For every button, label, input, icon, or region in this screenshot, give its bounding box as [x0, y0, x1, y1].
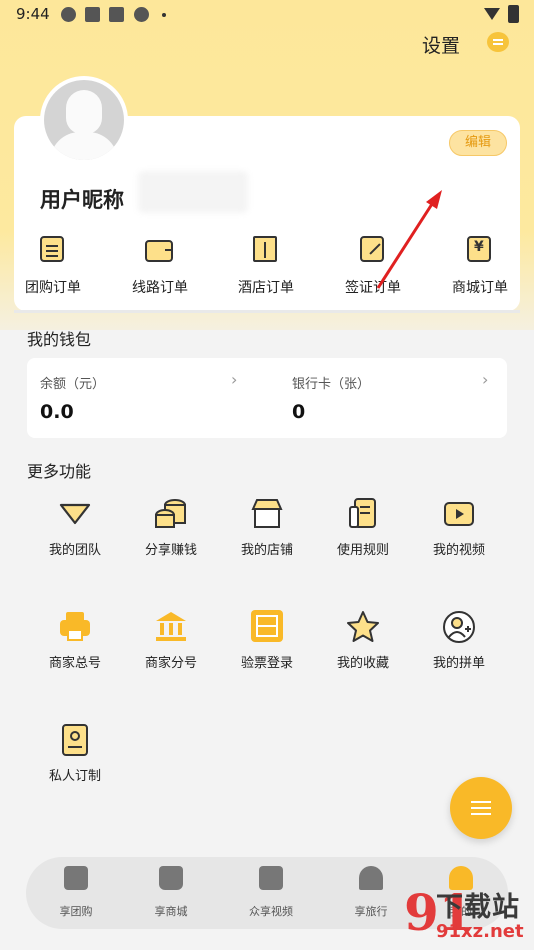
coins-icon	[153, 497, 189, 531]
bank-icon	[153, 610, 189, 644]
tab-mall[interactable]: 享商城	[126, 866, 216, 919]
message-icon[interactable]	[487, 32, 509, 52]
feature-merchant-main[interactable]: 商家总号	[27, 610, 123, 671]
feature-ticket-login[interactable]: 验票登录	[219, 610, 315, 671]
feature-share-earn[interactable]: 分享赚钱	[123, 497, 219, 558]
wallet-title: 我的钱包	[27, 330, 92, 349]
feature-my-videos[interactable]: 我的视频	[411, 497, 507, 558]
order-route[interactable]: 线路订单	[115, 230, 205, 297]
palm-icon	[359, 866, 383, 890]
printer-icon	[57, 610, 93, 644]
wallet-icon	[145, 234, 175, 266]
status-bar: 9:44	[0, 0, 534, 30]
feature-my-favorites[interactable]: 我的收藏	[315, 610, 411, 671]
shop-icon	[249, 497, 285, 531]
notification-icon	[134, 7, 149, 22]
star-icon	[345, 610, 381, 644]
diamond-icon	[57, 497, 93, 531]
order-mall[interactable]: ¥ 商城订单	[435, 230, 525, 297]
bank-card-label: 银行卡（张）	[292, 377, 371, 392]
user-nickname: 用户昵称	[40, 188, 124, 212]
feature-my-group-orders[interactable]: 我的拼单	[411, 610, 507, 671]
watermark-url: 91xz.net	[436, 921, 524, 942]
user-plus-icon	[441, 610, 477, 644]
notification-icon	[61, 7, 76, 22]
bag-icon	[159, 866, 183, 890]
edit-button[interactable]: 编辑	[449, 130, 507, 156]
wifi-icon	[484, 8, 500, 20]
more-notifications-icon	[162, 13, 166, 17]
chevron-right-icon: ›	[482, 370, 489, 389]
divider	[14, 310, 520, 313]
pen-icon	[358, 234, 388, 266]
watermark: 91 下载站 91xz.net	[404, 883, 534, 950]
hotel-icon	[251, 234, 281, 266]
battery-icon	[508, 5, 519, 23]
blurred-user-id	[138, 171, 248, 213]
order-hotel[interactable]: 酒店订单	[221, 230, 311, 297]
qr-icon	[249, 610, 285, 644]
chevron-right-icon: ›	[231, 370, 238, 389]
feature-private-custom[interactable]: 私人订制	[27, 723, 123, 784]
feature-my-team[interactable]: 我的团队	[27, 497, 123, 558]
watermark-title: 下载站	[436, 892, 520, 923]
status-time: 9:44	[16, 5, 50, 23]
tab-group-buy[interactable]: 享团购	[31, 866, 121, 919]
feature-my-shop[interactable]: 我的店铺	[219, 497, 315, 558]
custom-book-icon	[57, 723, 93, 757]
clipboard-icon	[38, 234, 68, 266]
avatar[interactable]	[40, 76, 128, 164]
group-buy-icon	[64, 866, 88, 890]
feature-usage-rules[interactable]: 使用规则	[315, 497, 411, 558]
film-icon	[259, 866, 283, 890]
order-group-buy[interactable]: 团购订单	[8, 230, 98, 297]
wallet-panel: 余额（元） 0.0 › 银行卡（张） 0 ›	[27, 358, 507, 438]
more-features-title: 更多功能	[27, 462, 92, 481]
video-icon	[441, 497, 477, 531]
balance-label: 余额（元）	[40, 377, 106, 392]
bank-card-entry[interactable]: 银行卡（张） 0 ›	[279, 358, 507, 438]
yuan-receipt-icon: ¥	[465, 234, 495, 266]
tab-video[interactable]: 众享视频	[226, 866, 316, 919]
settings-button[interactable]: 设置	[422, 31, 460, 58]
notification-icon	[85, 7, 100, 22]
feature-merchant-branch[interactable]: 商家分号	[123, 610, 219, 671]
order-visa[interactable]: 签证订单	[328, 230, 418, 297]
tab-travel[interactable]: 享旅行	[326, 866, 416, 919]
floating-menu-button[interactable]	[450, 777, 512, 839]
notification-icon	[109, 7, 124, 22]
balance-value: 0.0	[40, 401, 74, 423]
bank-card-value: 0	[292, 401, 306, 423]
document-icon	[345, 497, 381, 531]
balance-entry[interactable]: 余额（元） 0.0 ›	[27, 358, 257, 438]
